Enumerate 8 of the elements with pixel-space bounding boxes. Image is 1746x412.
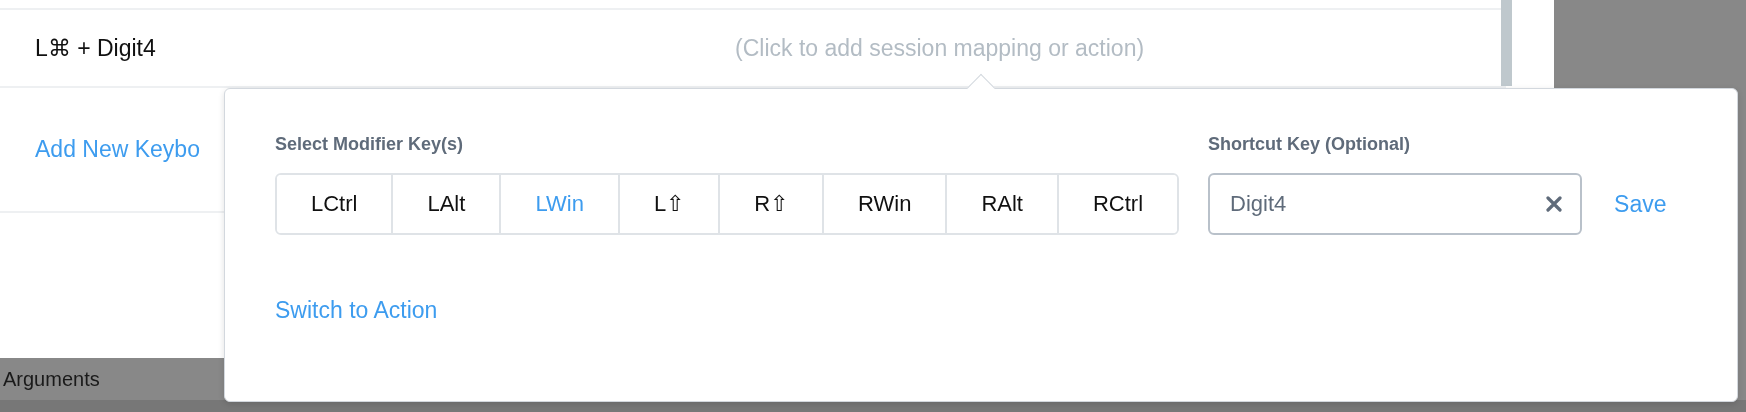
shortcut-key-field[interactable]: Digit4 [1208, 173, 1583, 235]
shortcut-label: Shortcut Key (Optional) [1208, 134, 1412, 155]
scrollbar-thumb[interactable] [1501, 0, 1512, 86]
key-combination: L⌘ + Digit4 [34, 34, 157, 62]
modifier-label: Select Modifier Key(s) [275, 134, 465, 155]
clear-icon[interactable] [1546, 196, 1563, 212]
modifier-key-button[interactable]: RCtrl [1056, 175, 1178, 233]
arguments-label: Arguments [2, 367, 100, 391]
